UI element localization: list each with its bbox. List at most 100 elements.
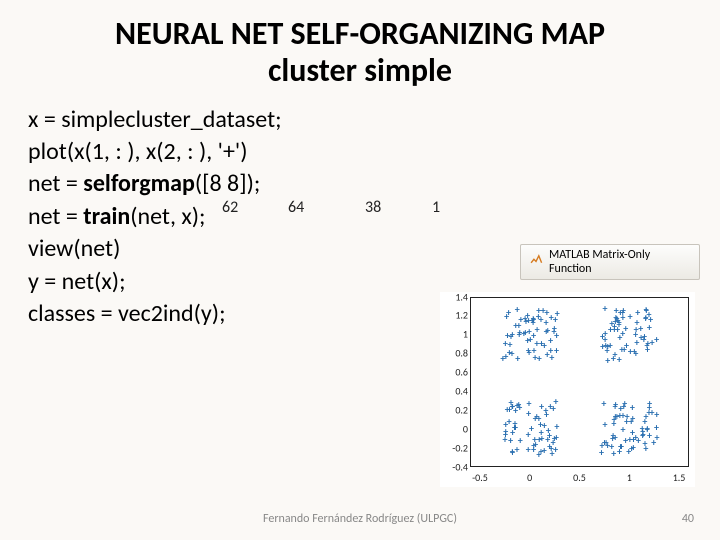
data-point: + bbox=[642, 417, 647, 427]
data-point: + bbox=[654, 410, 659, 420]
y-tick: 0.2 bbox=[442, 403, 468, 416]
title-part-1: NEURAL NET bbox=[115, 14, 291, 53]
slide-footer: Fernando Fernández Rodríguez (ULPGC) 40 bbox=[0, 512, 720, 526]
annot-62: 62 bbox=[222, 198, 238, 217]
data-point: + bbox=[500, 354, 505, 364]
data-point: + bbox=[632, 347, 637, 357]
data-point: + bbox=[510, 428, 515, 438]
data-point: + bbox=[630, 414, 635, 424]
data-point: + bbox=[614, 314, 619, 324]
data-point: + bbox=[515, 305, 520, 315]
data-point: + bbox=[536, 450, 541, 460]
scatter-plot: -0.4-0.200.20.40.60.811.21.4-0.500.511.5… bbox=[440, 292, 695, 487]
data-point: + bbox=[647, 399, 652, 409]
data-point: + bbox=[633, 330, 638, 340]
y-tick: 0.4 bbox=[442, 385, 468, 398]
data-point: + bbox=[602, 304, 607, 314]
annot-1: 1 bbox=[432, 198, 440, 217]
data-point: + bbox=[554, 346, 559, 356]
data-point: + bbox=[513, 321, 518, 331]
data-point: + bbox=[630, 428, 635, 438]
data-point: + bbox=[603, 329, 608, 339]
data-point: + bbox=[515, 445, 520, 455]
y-tick: -0.2 bbox=[442, 441, 468, 454]
data-point: + bbox=[553, 397, 558, 407]
data-point: + bbox=[635, 308, 640, 318]
data-point: + bbox=[639, 333, 644, 343]
annot-64: 64 bbox=[288, 198, 304, 217]
data-point: + bbox=[644, 305, 649, 315]
data-point: + bbox=[526, 409, 531, 419]
data-point: + bbox=[617, 447, 622, 457]
data-point: + bbox=[648, 315, 653, 325]
data-point: + bbox=[549, 353, 554, 363]
x-tick: 1.5 bbox=[673, 471, 686, 484]
data-point: + bbox=[536, 414, 541, 424]
data-point: + bbox=[537, 354, 542, 364]
title-part-3: cluster simple bbox=[268, 51, 452, 90]
data-point: + bbox=[647, 431, 652, 441]
code-line-5: view(net) bbox=[28, 233, 282, 265]
data-point: + bbox=[539, 402, 544, 412]
data-point: + bbox=[504, 312, 509, 322]
code-line-1: x = simplecluster_dataset; bbox=[28, 104, 282, 136]
data-point: + bbox=[536, 306, 541, 316]
data-point: + bbox=[555, 309, 560, 319]
data-point: + bbox=[542, 421, 547, 431]
matlab-badge-text: MATLAB Matrix-Only Function bbox=[549, 248, 691, 276]
data-point: + bbox=[645, 341, 650, 351]
data-point: + bbox=[601, 399, 606, 409]
data-point: + bbox=[624, 417, 629, 427]
data-point: + bbox=[622, 399, 627, 409]
y-tick: 0 bbox=[442, 422, 468, 435]
y-tick: 1 bbox=[442, 328, 468, 341]
matlab-icon bbox=[529, 253, 543, 271]
data-point: + bbox=[503, 435, 508, 445]
code-block: x = simplecluster_dataset; plot(x(1, : )… bbox=[28, 104, 282, 331]
data-point: + bbox=[526, 445, 531, 455]
title-part-2: SELF-ORGANIZING MAP bbox=[291, 14, 605, 53]
data-point: + bbox=[622, 345, 627, 355]
x-tick: 1 bbox=[627, 471, 632, 484]
code-line-6: y = net(x); bbox=[28, 266, 282, 298]
y-tick: 0.8 bbox=[442, 347, 468, 360]
data-point: + bbox=[629, 444, 634, 454]
data-point: + bbox=[544, 327, 549, 337]
data-point: + bbox=[603, 420, 608, 430]
data-point: + bbox=[628, 312, 633, 322]
data-point: + bbox=[545, 350, 550, 360]
code-line-4: net = train(net, x); bbox=[28, 201, 282, 233]
data-point: + bbox=[507, 348, 512, 358]
annot-38: 38 bbox=[365, 198, 381, 217]
y-tick: 1.2 bbox=[442, 309, 468, 322]
data-point: + bbox=[552, 434, 557, 444]
data-point: + bbox=[617, 355, 622, 365]
data-point: + bbox=[643, 444, 648, 454]
data-point: + bbox=[613, 412, 618, 422]
code-line-7: classes = vec2ind(y); bbox=[28, 298, 282, 330]
data-point: + bbox=[510, 447, 515, 457]
slide-title: NEURAL NET SELF-ORGANIZING MAP cluster s… bbox=[0, 0, 720, 96]
data-point: + bbox=[507, 405, 512, 415]
y-tick: 0.6 bbox=[442, 366, 468, 379]
data-point: + bbox=[620, 329, 625, 339]
x-tick: 0.5 bbox=[573, 471, 586, 484]
code-line-3: net = selforgmap([8 8]); bbox=[28, 168, 282, 200]
data-point: + bbox=[531, 346, 536, 356]
code-line-2: plot(x(1, : ), x(2, : ), '+') bbox=[28, 136, 282, 168]
data-point: + bbox=[528, 335, 533, 345]
page-number: 40 bbox=[682, 512, 694, 526]
data-point: + bbox=[507, 417, 512, 427]
data-point: + bbox=[654, 335, 659, 345]
data-point: + bbox=[550, 449, 555, 459]
x-tick: -0.5 bbox=[472, 471, 488, 484]
data-point: + bbox=[613, 402, 618, 412]
footer-credit: Fernando Fernández Rodríguez (ULPGC) bbox=[24, 512, 696, 526]
y-tick: -0.4 bbox=[442, 460, 468, 473]
data-point: + bbox=[600, 342, 605, 352]
data-point: + bbox=[548, 402, 553, 412]
y-tick: 1.4 bbox=[442, 290, 468, 303]
data-point: + bbox=[609, 442, 614, 452]
data-point: + bbox=[605, 356, 610, 366]
data-point: + bbox=[531, 441, 536, 451]
